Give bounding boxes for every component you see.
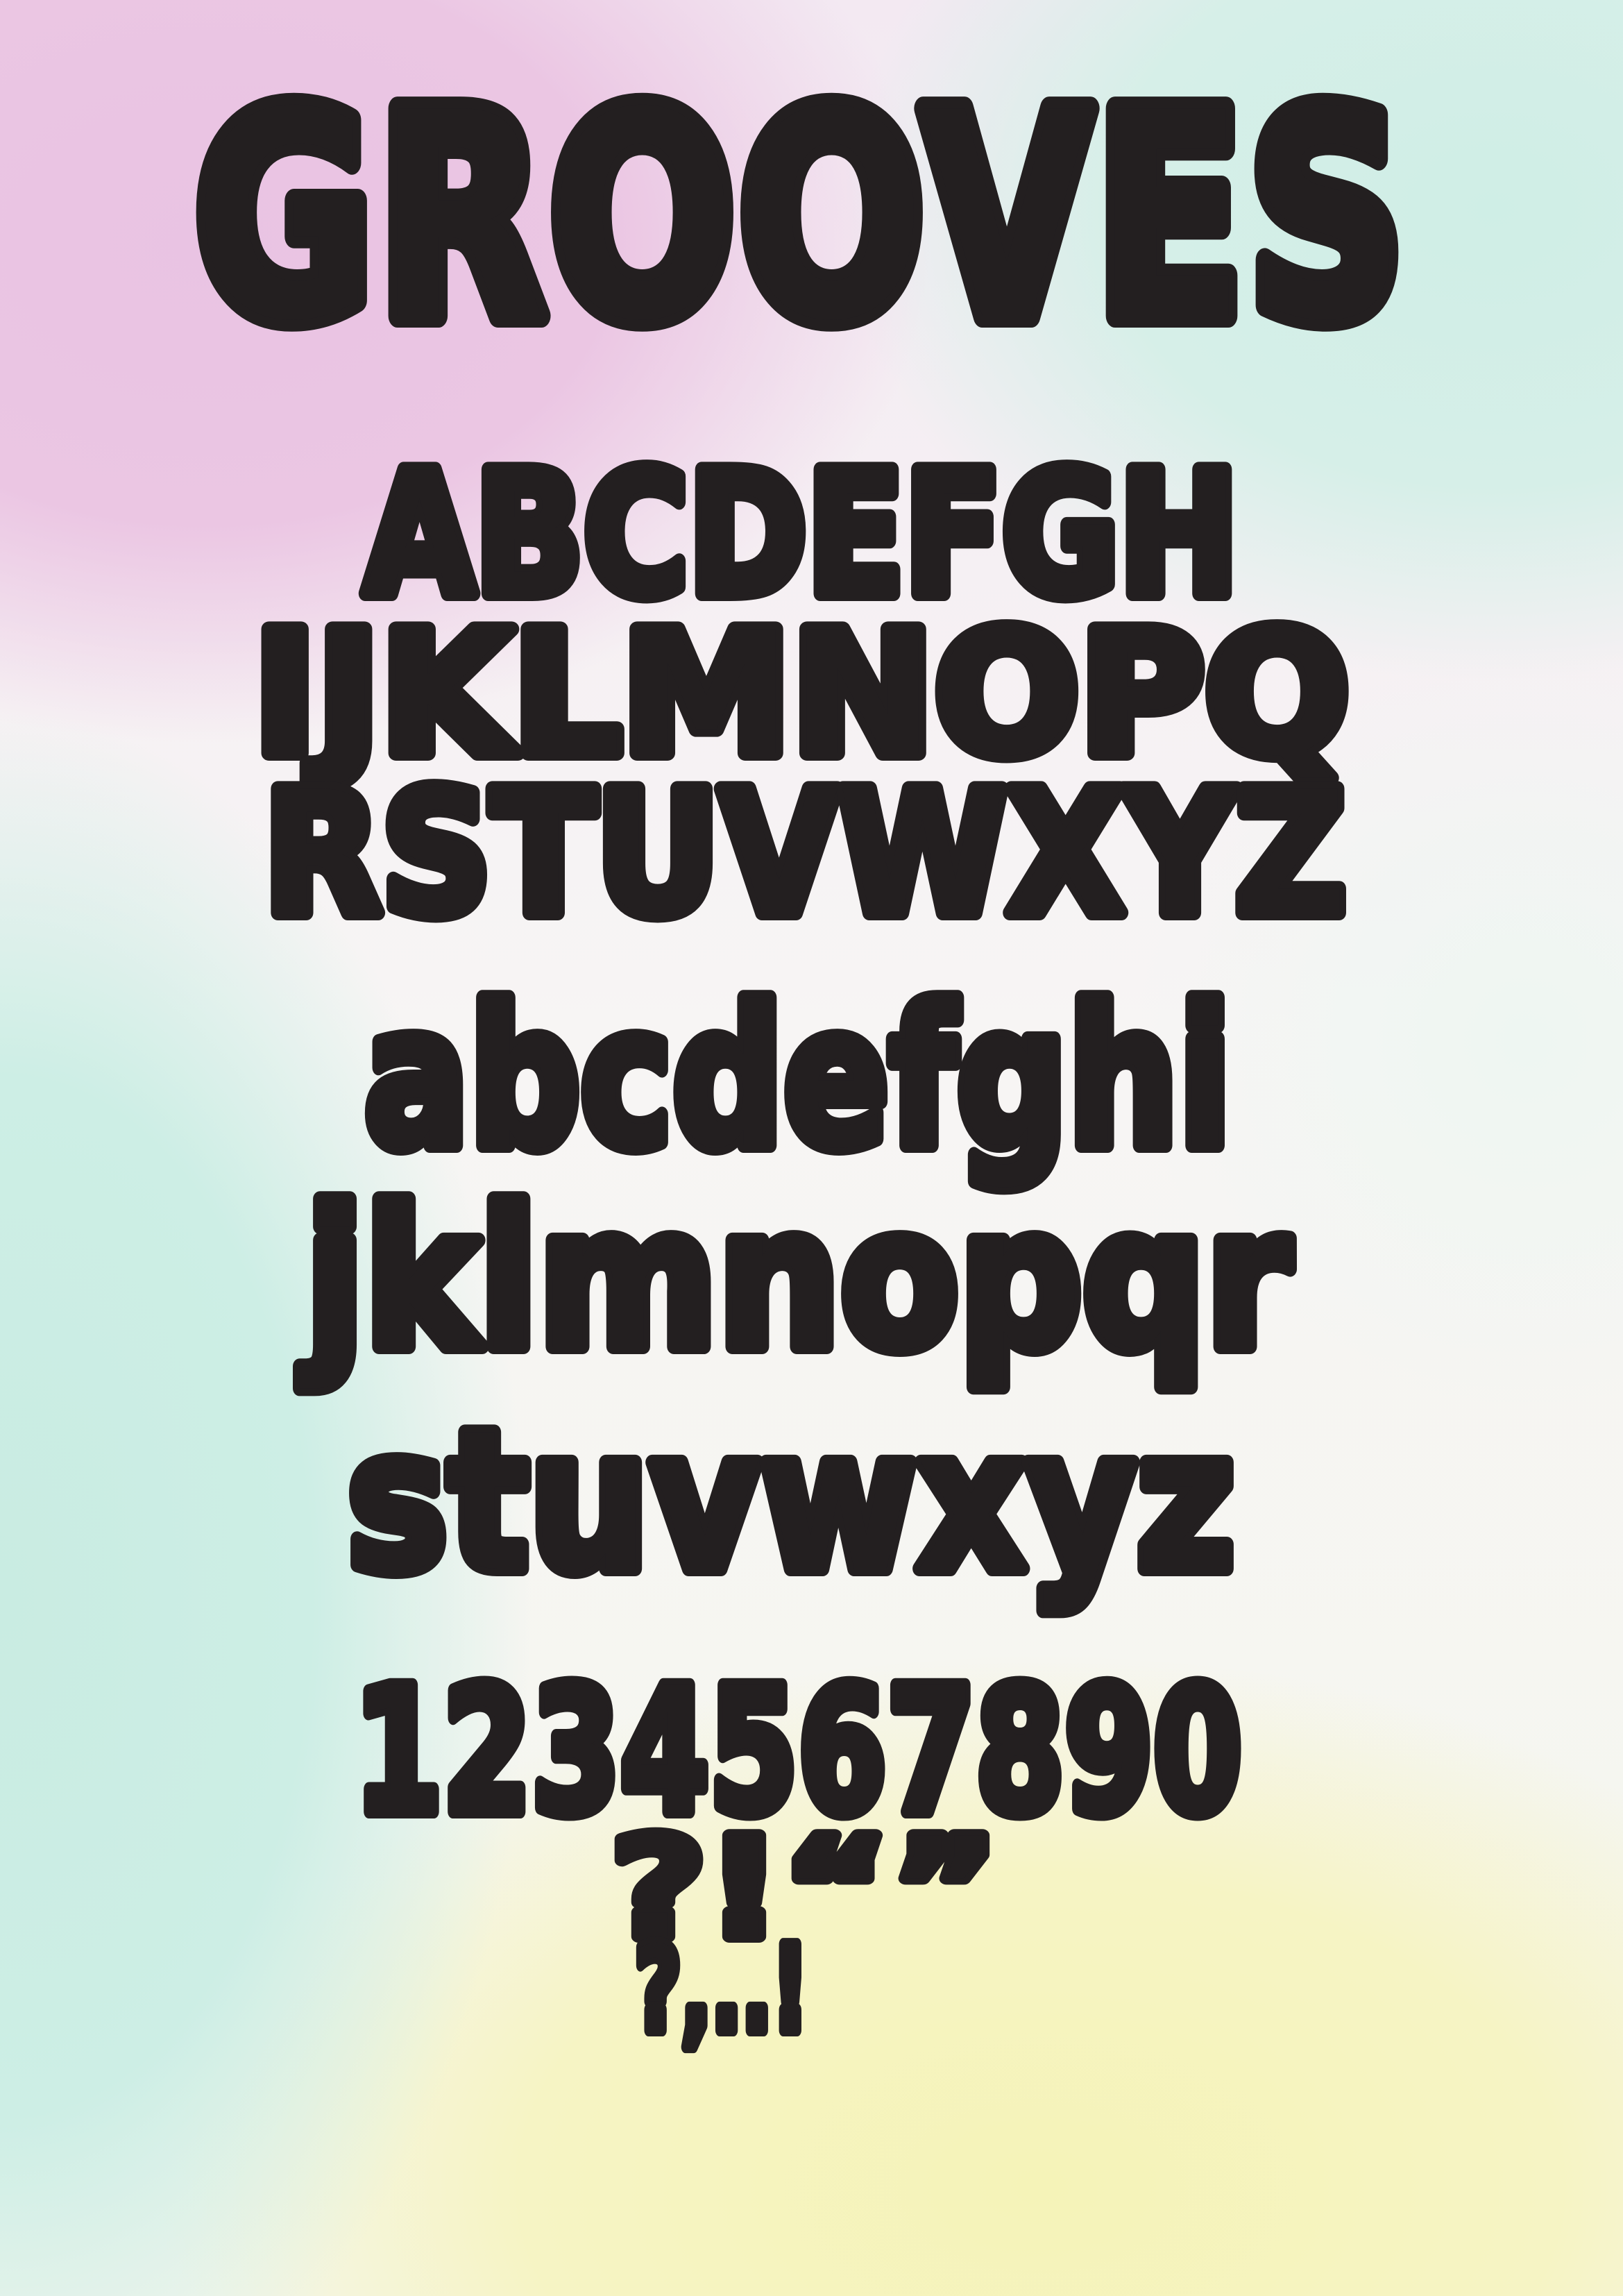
punctuation-row-2: ?,..! <box>635 1921 808 2059</box>
font-specimen-sheet: GROOVES ABCDEFGH IJKLMNOPQ RSTUVWXYZ abc… <box>182 40 1416 2065</box>
punctuation-set: ?!“” ?,..! <box>604 1802 1005 2065</box>
uppercase-row-3: RSTUVWXYZ <box>264 755 1346 953</box>
lowercase-row-2: jklmnopqr <box>297 1167 1291 1393</box>
uppercase-alphabet: ABCDEFGH IJKLMNOPQ RSTUVWXYZ <box>246 428 1357 961</box>
lowercase-row-1: abcdefghi <box>364 965 1232 1192</box>
font-title: GROOVES <box>194 51 1409 383</box>
lowercase-row-3: stuvwxyz <box>347 1389 1235 1615</box>
lowercase-alphabet: abcdefghi jklmnopqr stuvwxyz <box>289 958 1299 1623</box>
